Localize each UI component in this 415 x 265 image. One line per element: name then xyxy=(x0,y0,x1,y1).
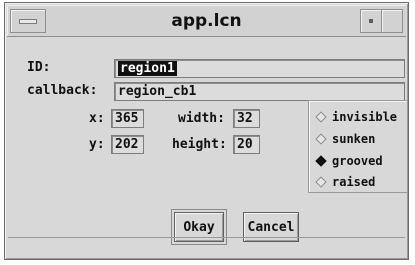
radio-diamond-icon xyxy=(315,176,327,188)
id-value: region1 xyxy=(118,61,177,76)
radio-label: grooved xyxy=(332,154,383,168)
radio-invisible[interactable]: invisible xyxy=(315,110,398,124)
title-bar[interactable]: app.lcn xyxy=(7,5,406,37)
radio-sunken[interactable]: sunken xyxy=(315,132,376,146)
radio-diamond-icon xyxy=(315,133,327,145)
x-field[interactable]: 365 xyxy=(111,109,144,128)
bottom-divider xyxy=(8,237,405,238)
callback-label: callback: xyxy=(27,83,98,98)
radio-diamond-selected-icon xyxy=(315,155,327,167)
callback-field[interactable]: region_cb1 xyxy=(114,82,405,101)
id-field[interactable]: region1 xyxy=(114,59,405,78)
border-style-group: invisible sunken grooved raised xyxy=(308,100,408,193)
y-field[interactable]: 202 xyxy=(111,135,144,154)
dialog-window: app.lcn ID: region1 callback: region_cb1… xyxy=(4,2,409,260)
radio-label: raised xyxy=(332,175,376,189)
maximize-icon[interactable] xyxy=(381,9,403,33)
window-title: app.lcn xyxy=(171,11,242,31)
radio-diamond-icon xyxy=(315,111,327,123)
radio-grooved[interactable]: grooved xyxy=(315,154,383,168)
width-field[interactable]: 32 xyxy=(233,109,260,128)
radio-label: sunken xyxy=(332,132,376,146)
y-label: y: xyxy=(89,137,105,152)
radio-raised[interactable]: raised xyxy=(315,175,376,189)
height-label: height: xyxy=(172,137,227,152)
radio-label: invisible xyxy=(332,110,398,124)
id-label: ID: xyxy=(27,60,51,75)
x-label: x: xyxy=(89,111,105,126)
minimize-icon[interactable] xyxy=(360,9,382,33)
height-field[interactable]: 20 xyxy=(233,135,260,154)
width-label: width: xyxy=(178,111,225,126)
